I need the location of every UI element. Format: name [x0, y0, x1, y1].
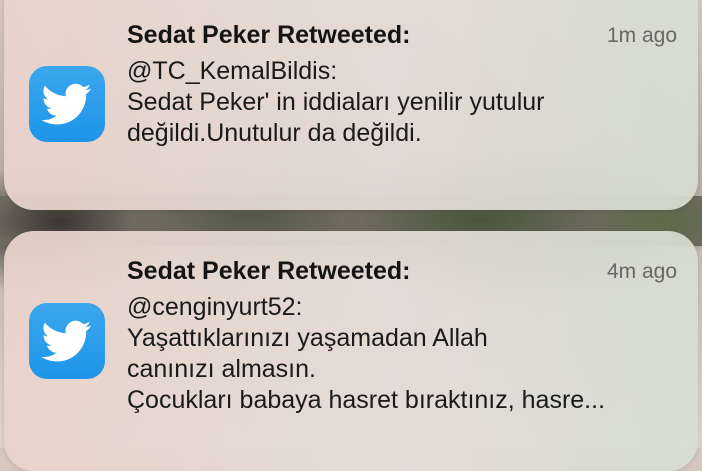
notification-handle: @cenginyurt52: — [127, 293, 303, 321]
notification-body: @cenginyurt52: Yaşattıklarınızı yaşamada… — [127, 292, 678, 416]
notification-handle: @TC_KemalBildis: — [127, 57, 338, 85]
notification-timestamp: 1m ago — [606, 24, 677, 47]
notification-text-line: Sedat Peker' in iddiaları yenilir yutulu… — [127, 88, 545, 116]
notification-timestamp: 4m ago — [606, 260, 677, 283]
notification-text-line: Çocukları babaya hasret bıraktınız, hasr… — [127, 386, 606, 414]
notification-card[interactable]: Sedat Peker Retweeted: 1m ago @TC_KemalB… — [4, 0, 698, 210]
notification-card[interactable]: Sedat Peker Retweeted: 4m ago @cenginyur… — [4, 231, 698, 471]
notification-text-line: değildi.Unutulur da değildi. — [127, 119, 422, 147]
notification-body: @TC_KemalBildis: Sedat Peker' in iddiala… — [127, 56, 678, 149]
notification-text-line: canınızı almasın. — [127, 355, 316, 383]
twitter-bird-icon — [29, 303, 105, 379]
notification-title: Sedat Peker Retweeted: — [127, 21, 411, 49]
twitter-bird-icon — [29, 66, 105, 142]
notification-title: Sedat Peker Retweeted: — [127, 257, 411, 285]
notification-text-line: Yaşattıklarınızı yaşamadan Allah — [127, 324, 488, 352]
